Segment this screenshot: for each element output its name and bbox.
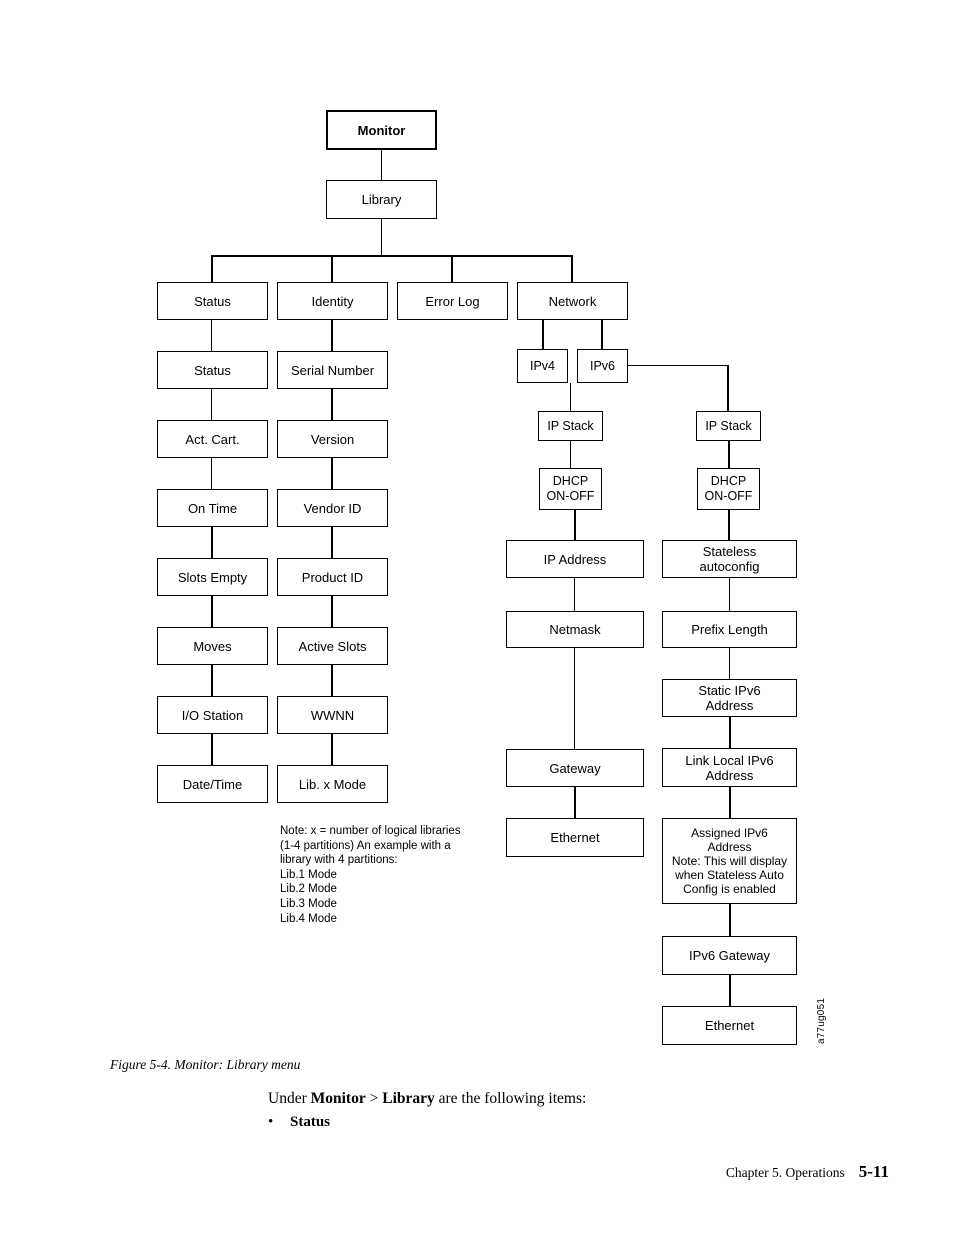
connector-ipv4-netmask	[574, 578, 576, 611]
connector-bus-status	[211, 255, 213, 283]
node-status[interactable]: Status	[157, 282, 268, 320]
node-identity-version[interactable]: Version	[277, 420, 388, 458]
footer-chapter-label: Chapter 5. Operations	[725, 1165, 845, 1180]
node-identity-lib-x-mode[interactable]: Lib. x Mode	[277, 765, 388, 803]
connector-identity-3	[331, 458, 333, 489]
node-identity[interactable]: Identity	[277, 282, 388, 320]
connector-status-2	[211, 389, 213, 420]
node-identity-wwnn[interactable]: WWNN	[277, 696, 388, 734]
connector-ipv6-prefix-static	[729, 648, 731, 679]
connector-ipv6-ipstack-dhcp	[728, 441, 730, 468]
connector-ipv6-elbow-vertical	[727, 365, 729, 411]
node-ipv6-stateless-autoconfig[interactable]: Stateless autoconfig	[662, 540, 797, 578]
node-ipv4-gateway[interactable]: Gateway	[506, 749, 644, 787]
body-intro-separator: >	[365, 1090, 383, 1107]
body-intro-suffix: are the following items:	[434, 1090, 587, 1107]
connector-ipv6-static-linklocal	[729, 717, 731, 748]
connector-status-6	[211, 665, 213, 696]
connector-bus-identity	[331, 255, 333, 283]
connector-ipv6-dhcp-stateless	[728, 510, 730, 540]
bullet-marker-icon: •	[268, 1114, 274, 1130]
body-intro-library: Library	[382, 1090, 435, 1107]
node-monitor[interactable]: Monitor	[326, 110, 437, 150]
bullet-item-label: Status	[290, 1114, 331, 1130]
node-ipv6-assigned-address[interactable]: Assigned IPv6 Address Note: This will di…	[662, 818, 797, 904]
connector-monitor-library	[381, 150, 383, 180]
node-ipv4-ethernet[interactable]: Ethernet	[506, 818, 644, 857]
page-canvas: Monitor Library Status Identity Error Lo…	[0, 0, 954, 1235]
node-ipv6-dhcp[interactable]: DHCP ON-OFF	[697, 468, 760, 510]
connector-ipv4-ipaddress	[574, 510, 576, 540]
footer-page-number: 5-11	[858, 1162, 889, 1181]
page-footer: Chapter 5. Operations 5-11	[726, 1162, 889, 1182]
node-status-slots-empty[interactable]: Slots Empty	[157, 558, 268, 596]
node-ipv4-ip-address[interactable]: IP Address	[506, 540, 644, 578]
connector-status-1	[211, 320, 213, 351]
node-status-status[interactable]: Status	[157, 351, 268, 389]
connector-ipv4-gateway	[574, 648, 576, 749]
node-identity-active-slots[interactable]: Active Slots	[277, 627, 388, 665]
node-ipv6-static-address[interactable]: Static IPv6 Address	[662, 679, 797, 717]
connector-ipv6-elbow-horizontal	[628, 365, 729, 367]
connector-identity-6	[331, 665, 333, 696]
body-intro-line: Under Monitor > Library are the followin…	[268, 1090, 586, 1108]
node-status-act-cart[interactable]: Act. Cart.	[157, 420, 268, 458]
node-status-moves[interactable]: Moves	[157, 627, 268, 665]
node-ipv6-prefix-length[interactable]: Prefix Length	[662, 611, 797, 648]
connector-identity-2	[331, 389, 333, 420]
connector-bus-network	[571, 255, 573, 283]
connector-identity-4	[331, 527, 333, 558]
connector-bus-error-log	[451, 255, 453, 283]
figure-caption: Figure 5-4. Monitor: Library menu	[110, 1057, 301, 1072]
body-intro-prefix: Under	[268, 1090, 311, 1107]
body-intro-monitor: Monitor	[310, 1090, 366, 1107]
connector-ipv6-stateless-prefix	[729, 578, 731, 611]
connector-identity-1	[331, 320, 333, 351]
node-ipv6-ethernet[interactable]: Ethernet	[662, 1006, 797, 1045]
node-status-io-station[interactable]: I/O Station	[157, 696, 268, 734]
node-ipv4-netmask[interactable]: Netmask	[506, 611, 644, 648]
connector-library-bus	[381, 219, 383, 256]
node-ipv6-ip-stack[interactable]: IP Stack	[696, 411, 761, 441]
node-error-log[interactable]: Error Log	[397, 282, 508, 320]
node-identity-serial-number[interactable]: Serial Number	[277, 351, 388, 389]
node-ipv6[interactable]: IPv6	[577, 349, 628, 383]
figure-id-label: a77ug051	[816, 997, 827, 1044]
connector-level2-bus	[211, 255, 573, 257]
connector-identity-5	[331, 596, 333, 627]
connector-ipv4-ethernet	[574, 787, 576, 818]
connector-status-5	[211, 596, 213, 627]
connector-ipv4-ipstack	[570, 383, 572, 411]
node-identity-product-id[interactable]: Product ID	[277, 558, 388, 596]
node-identity-vendor-id[interactable]: Vendor ID	[277, 489, 388, 527]
node-ipv4-dhcp[interactable]: DHCP ON-OFF	[539, 468, 602, 510]
node-status-date-time[interactable]: Date/Time	[157, 765, 268, 803]
connector-ipv4-dhcp	[570, 441, 572, 468]
node-ipv6-gateway[interactable]: IPv6 Gateway	[662, 936, 797, 975]
node-library[interactable]: Library	[326, 180, 437, 219]
node-network[interactable]: Network	[517, 282, 628, 320]
node-ipv6-link-local-address[interactable]: Link Local IPv6 Address	[662, 748, 797, 787]
node-status-on-time[interactable]: On Time	[157, 489, 268, 527]
node-ipv4[interactable]: IPv4	[517, 349, 568, 383]
diagram-note: Note: x = number of logical libraries (1…	[280, 825, 461, 925]
connector-status-4	[211, 527, 213, 558]
node-ipv4-ip-stack[interactable]: IP Stack	[538, 411, 603, 441]
body-bullet-status: • Status	[268, 1114, 330, 1131]
connector-ipv6-linklocal-assigned	[729, 787, 731, 818]
connector-status-7	[211, 734, 213, 765]
connector-ipv6-gateway-ethernet	[729, 975, 731, 1006]
connector-ipv6-assigned-gateway	[729, 904, 731, 936]
connector-status-3	[211, 458, 213, 489]
connector-network-ipv4	[542, 320, 544, 349]
connector-network-ipv6	[601, 320, 603, 349]
connector-identity-7	[331, 734, 333, 765]
